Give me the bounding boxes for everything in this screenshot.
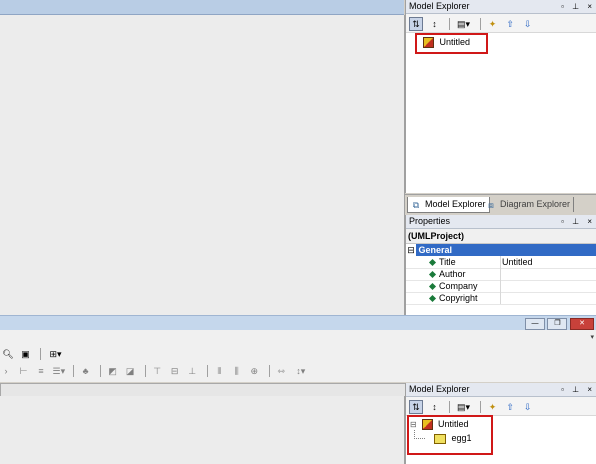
same-width-icon[interactable]: ⇿ — [275, 365, 287, 377]
toolbar-separator — [480, 400, 482, 413]
align-dropdown-icon[interactable]: ☰▾ — [53, 365, 66, 377]
toolbar-separator — [206, 364, 208, 377]
model-explorer-title: Model Explorer — [409, 384, 470, 394]
layout-icon[interactable]: ♣ — [80, 365, 92, 377]
toolbar-overflow-icon[interactable]: ▾ — [590, 333, 594, 341]
sort-by-order-icon[interactable]: ⇅ — [409, 16, 423, 31]
move-down-icon[interactable]: ⇩ — [522, 401, 534, 413]
model-explorer-tab-icon: ⧉ — [412, 199, 420, 210]
tab-label: Diagram Explorer — [500, 199, 571, 209]
zoom-dropdown-icon[interactable]: ⊞▾ — [47, 348, 65, 360]
sort-by-order-icon[interactable]: ⇅ — [409, 399, 423, 414]
properties-panel: Properties ▫ ⊥ × (UMLProject) ⊟ General … — [405, 215, 596, 315]
properties-title: Properties — [409, 216, 451, 226]
align-middle-icon[interactable]: ⊟ — [169, 365, 181, 377]
properties-object-header: (UMLProject) — [406, 229, 596, 244]
property-bullet-icon — [428, 295, 437, 303]
diagram-explorer-tab-icon: ⧈ — [488, 199, 494, 210]
align-left-icon[interactable]: ⊢ — [18, 365, 30, 377]
arrow-tool-icon[interactable]: › — [0, 365, 12, 377]
toolbar-separator — [449, 17, 451, 30]
wizard-icon[interactable]: ✦ — [487, 401, 499, 413]
model-explorer-title-bar: Model Explorer ▫ ⊥ × — [406, 0, 596, 14]
highlight-box — [415, 33, 488, 54]
same-height-dropdown-icon[interactable]: ↕▾ — [293, 365, 309, 377]
toolbar-separator — [40, 347, 42, 360]
close-button[interactable]: ✕ — [570, 318, 594, 330]
property-column-divider — [500, 256, 501, 304]
window-buttons: — ❐ ✕ — [524, 317, 594, 330]
properties-title-bar: Properties ▫ ⊥ × — [406, 215, 596, 229]
toolbar-separator — [480, 17, 482, 30]
distribute-vertical-icon[interactable]: ⫼ — [231, 365, 243, 377]
property-category-label: General — [418, 245, 453, 255]
property-value[interactable]: Untitled — [502, 256, 533, 268]
property-bullet-icon — [428, 271, 437, 279]
model-explorer-title-bar: Model Explorer ▫ ⊥ × — [406, 383, 596, 397]
center-icon[interactable]: ⊕ — [248, 365, 260, 377]
toolbar-separator — [100, 364, 102, 377]
property-bullet-icon — [428, 283, 437, 291]
bottom-toolbar-area: ▾ 🔍︎ ▣ ⊞▾ › ⊢ ≡ ☰▾ ♣ ◩ ◪ ⊤ ⊟ ⊥ ⫴ ⫼ ⊕ ⇿ ↕… — [0, 330, 596, 382]
model-explorer-toolbar: ⇅ ↕ ▤▾ ✦ ⇧ ⇩ — [406, 397, 596, 416]
zoom-window-icon[interactable]: ▣ — [20, 348, 32, 360]
toolbar-row-2: › ⊢ ≡ ☰▾ ♣ ◩ ◪ ⊤ ⊟ ⊥ ⫴ ⫼ ⊕ ⇿ ↕▾ — [0, 363, 312, 377]
model-explorer-panel: Model Explorer ▫ ⊥ × ⇅ ↕ ▤▾ ✦ ⇧ ⇩ Untitl… — [405, 0, 596, 193]
editor-titlebar — [0, 0, 404, 15]
highlight-box — [407, 415, 493, 455]
align-bottom-icon[interactable]: ⊥ — [186, 365, 198, 377]
zoom-icon[interactable]: 🔍︎ — [2, 348, 14, 360]
property-bullet-icon — [428, 259, 437, 267]
tab-label: Model Explorer — [425, 199, 486, 209]
sort-by-name-icon[interactable]: ↕ — [429, 401, 441, 413]
minimize-button[interactable]: — — [524, 318, 545, 330]
toolbar-separator — [268, 364, 270, 377]
toolbar-separator — [73, 364, 75, 377]
model-explorer-title: Model Explorer — [409, 1, 470, 11]
toolbar-separator — [449, 400, 451, 413]
wizard-icon[interactable]: ✦ — [487, 18, 499, 30]
toolbar-separator — [144, 364, 146, 377]
move-down-icon[interactable]: ⇩ — [522, 18, 534, 30]
explorer-tab-strip: ⧉ Model Explorer ⧈ Diagram Explorer — [405, 194, 596, 215]
panel-window-buttons[interactable]: ▫ ⊥ × — [561, 383, 595, 396]
toolbar-row-1: 🔍︎ ▣ ⊞▾ — [2, 346, 68, 360]
panel-window-buttons[interactable]: ▫ ⊥ × — [561, 215, 595, 228]
bottom-editor-header — [0, 383, 406, 397]
property-name: Company — [428, 280, 478, 292]
align-center-icon[interactable]: ≡ — [35, 365, 47, 377]
property-name: Author — [428, 268, 466, 280]
property-category-row[interactable]: ⊟ General — [406, 244, 596, 256]
property-name: Copyright — [428, 292, 478, 304]
sort-by-name-icon[interactable]: ↕ — [429, 18, 441, 30]
align-top-icon[interactable]: ⊤ — [151, 365, 163, 377]
distribute-horizontal-icon[interactable]: ⫴ — [213, 365, 225, 377]
panel-window-buttons[interactable]: ▫ ⊥ × — [561, 0, 595, 13]
bottom-editor-canvas[interactable] — [0, 396, 405, 464]
model-explorer-toolbar: ⇅ ↕ ▤▾ ✦ ⇧ ⇩ — [406, 14, 596, 33]
bring-front-icon[interactable]: ◩ — [107, 365, 119, 377]
editor-canvas[interactable] — [0, 15, 405, 315]
move-up-icon[interactable]: ⇧ — [504, 18, 516, 30]
property-grid: Title Untitled Author Company Copyright — [406, 256, 596, 314]
send-back-icon[interactable]: ◪ — [124, 365, 136, 377]
bottom-model-explorer-panel: Model Explorer ▫ ⊥ × ⇅ ↕ ▤▾ ✦ ⇧ ⇩ ⊟ Unti… — [405, 383, 596, 464]
filter-dropdown-icon[interactable]: ▤▾ — [456, 401, 472, 413]
property-row[interactable]: Copyright — [406, 292, 596, 305]
filter-dropdown-icon[interactable]: ▤▾ — [456, 18, 472, 30]
tab-model-explorer[interactable]: ⧉ Model Explorer — [407, 197, 490, 213]
bottom-window-titlebar: — ❐ ✕ — [0, 315, 596, 330]
tab-diagram-explorer[interactable]: ⧈ Diagram Explorer — [483, 197, 575, 212]
collapse-icon[interactable]: ⊟ — [406, 244, 416, 256]
property-name: Title — [428, 256, 456, 268]
restore-button[interactable]: ❐ — [547, 318, 568, 330]
move-up-icon[interactable]: ⇧ — [504, 401, 516, 413]
